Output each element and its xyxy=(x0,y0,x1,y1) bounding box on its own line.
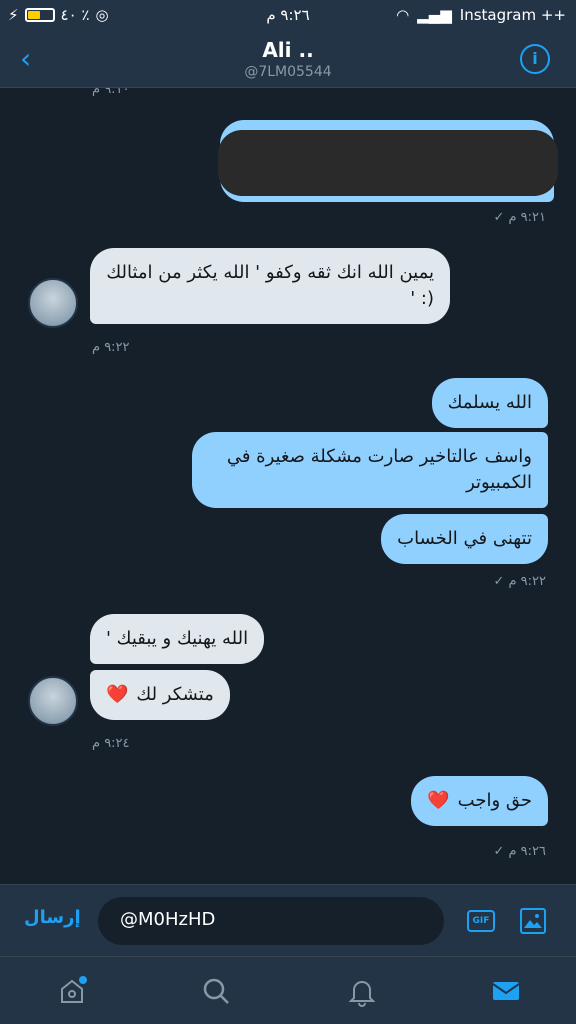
send-button[interactable]: إرسال xyxy=(24,907,81,928)
avatar[interactable] xyxy=(28,676,78,726)
search-icon[interactable] xyxy=(200,975,232,1007)
bottom-tab-bar xyxy=(0,956,576,1024)
avatar[interactable] xyxy=(28,278,78,328)
status-bar: ⚡ ٤٠ ٪ ◎ ٩:٢٦ م ◠ ▂▄▆ Instagram ++ xyxy=(0,0,576,32)
message-timestamp: ✓ ٩:٢٢ م xyxy=(493,574,546,589)
contact-handle: @7LM05544 xyxy=(244,64,332,80)
message-timestamp: ✓ ٩:٢٦ م xyxy=(493,844,546,859)
incoming-message[interactable]: متشكر لك ❤️ xyxy=(90,670,230,720)
signal-icon: ▂▄▆ xyxy=(417,6,452,24)
outgoing-message[interactable]: الله يسلمك xyxy=(431,378,548,428)
info-icon[interactable]: i xyxy=(520,44,550,74)
gif-icon[interactable]: GIF xyxy=(467,910,495,932)
message-timestamp: ٩:٢٢ م xyxy=(92,340,130,355)
incoming-message[interactable]: يمين الله انك ثقه وكفو ' الله يكثر من ام… xyxy=(90,248,450,324)
heart-icon: ❤️ xyxy=(106,684,129,705)
read-check-icon: ✓ xyxy=(493,574,505,589)
image-icon[interactable] xyxy=(520,908,546,934)
carrier-name: Instagram ++ xyxy=(459,6,566,24)
message-text: حق واجب xyxy=(457,790,532,811)
messages-icon[interactable] xyxy=(490,975,522,1007)
incoming-message[interactable]: الله يهنيك و يبقيك ' xyxy=(90,614,265,664)
wifi-icon: ◠ xyxy=(396,6,410,24)
message-text: متشكر لك xyxy=(136,684,214,705)
outgoing-message[interactable]: حق واجب ❤️ xyxy=(411,776,548,826)
read-check-icon: ✓ xyxy=(493,210,505,225)
message-timestamp: ✓ ٩:٢١ م xyxy=(493,210,546,225)
notifications-icon[interactable] xyxy=(346,975,378,1007)
conversation-header: ‹ Ali .. @7LM05544 i xyxy=(0,32,576,88)
message-timestamp: ٩:١٠ م xyxy=(92,88,130,97)
contact-name[interactable]: Ali .. xyxy=(0,38,576,62)
outgoing-message[interactable]: تتهنى في الخساب xyxy=(381,514,548,564)
message-timestamp: ٩:٢٤ م xyxy=(92,736,130,751)
heart-icon: ❤️ xyxy=(427,790,450,811)
read-check-icon: ✓ xyxy=(493,844,505,859)
message-composer: إرسال @M0HzHD GIF xyxy=(0,884,576,956)
message-input[interactable]: @M0HzHD xyxy=(98,897,444,945)
home-icon[interactable] xyxy=(56,975,88,1007)
redaction-block xyxy=(218,130,558,196)
status-right: ◠ ▂▄▆ Instagram ++ xyxy=(396,6,566,24)
message-thread[interactable]: ٩:١٠ م ✓ ٩:٢١ م يمين الله انك ثقه وكفو '… xyxy=(0,88,576,884)
outgoing-message[interactable]: واسف عالتاخير صارت مشكلة صغيرة في الكمبي… xyxy=(192,432,548,508)
